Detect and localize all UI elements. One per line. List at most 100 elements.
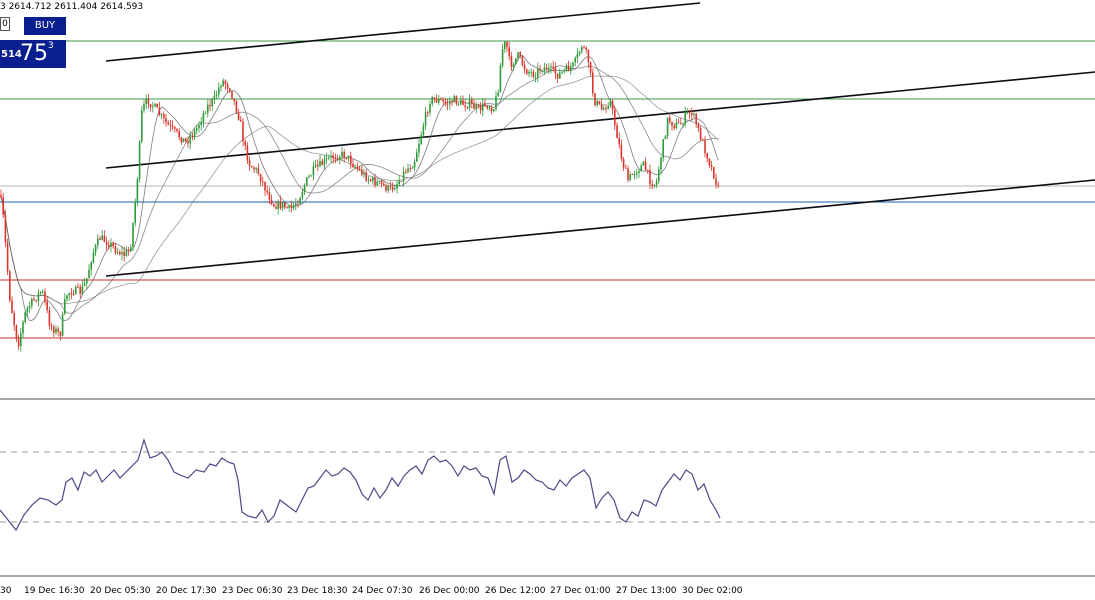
channel-middle-line <box>105 71 1095 169</box>
buy-price-pipette: 3 <box>48 41 54 51</box>
candle-body <box>72 293 75 295</box>
candle-body <box>108 244 110 247</box>
candle-body <box>710 165 713 167</box>
candle-body <box>361 169 363 175</box>
candle-body <box>600 104 603 110</box>
candle-body <box>105 241 108 245</box>
candle-body <box>644 161 647 170</box>
candle-body <box>713 166 715 179</box>
candle-body <box>609 100 612 107</box>
candle-body <box>675 122 678 129</box>
candle-body <box>262 181 264 183</box>
candle-body <box>677 122 680 124</box>
candle-body <box>389 185 392 187</box>
candle-body <box>358 168 361 170</box>
candle-body <box>174 127 176 129</box>
candle-body <box>165 117 167 123</box>
candle-body <box>53 326 55 333</box>
candle-body <box>330 155 332 158</box>
candle-body <box>550 66 552 68</box>
candle-body <box>264 181 266 191</box>
candle-body <box>42 291 44 293</box>
candle-body <box>653 184 656 186</box>
symbol-menu-button[interactable]: 0 <box>0 17 10 31</box>
x-tick-label: 23 Dec 18:30 <box>287 586 348 596</box>
candle-body <box>242 121 244 142</box>
candle-body <box>303 185 306 193</box>
candle-body <box>75 286 77 295</box>
candle-body <box>471 99 473 104</box>
candle-body <box>567 65 570 72</box>
candle-body <box>649 170 651 185</box>
candle-body <box>405 171 407 173</box>
candle-body <box>94 244 97 253</box>
candle-body <box>543 67 546 71</box>
candle-body <box>479 105 482 111</box>
candle-body <box>651 184 653 186</box>
candle-body <box>611 100 614 110</box>
candle-body <box>466 106 469 109</box>
candle-body <box>702 139 704 141</box>
candle-body <box>163 114 165 118</box>
candle-body <box>99 238 101 240</box>
candle-body <box>255 168 257 170</box>
candle-body <box>231 91 233 99</box>
candle-body <box>629 174 631 181</box>
candle-body <box>435 99 438 103</box>
candle-body <box>669 117 671 122</box>
price-chart[interactable] <box>0 0 1095 600</box>
candle-body <box>418 143 420 153</box>
candle-body <box>149 104 152 108</box>
candle-body <box>213 95 216 100</box>
candle-body <box>453 96 455 103</box>
candle-body <box>48 310 51 326</box>
candle-body <box>429 103 431 113</box>
candle-body <box>376 181 378 186</box>
candle-body <box>620 144 623 160</box>
x-tick-label: 23 Dec 06:30 <box>222 586 283 596</box>
candle-body <box>499 65 502 93</box>
candle-body <box>204 113 207 115</box>
candle-body <box>44 291 46 302</box>
candle-body <box>193 130 196 138</box>
candle-body <box>28 306 31 308</box>
candle-body <box>530 71 532 73</box>
candle-body <box>218 87 220 95</box>
candle-body <box>136 179 139 202</box>
candle-body <box>462 100 464 106</box>
candle-body <box>64 299 66 314</box>
candle-body <box>92 252 95 263</box>
panel-separator-bottom[interactable] <box>0 575 1095 577</box>
candle-body <box>596 100 598 106</box>
candle-body <box>662 139 664 158</box>
candle-body <box>246 145 249 161</box>
candle-body <box>688 112 691 114</box>
candle-body <box>350 155 352 164</box>
candle-body <box>398 180 400 185</box>
candle-body <box>20 333 22 347</box>
candle-body <box>658 169 660 182</box>
candle-body <box>81 285 84 294</box>
candle-body <box>378 180 381 182</box>
candle-body <box>50 325 53 327</box>
candle-body <box>523 65 526 70</box>
candle-body <box>449 101 451 105</box>
candle-body <box>455 96 458 105</box>
candle-body <box>13 313 15 326</box>
candle-body <box>299 197 301 205</box>
x-tick-label: 27 Dec 13:00 <box>616 586 677 596</box>
buy-button[interactable]: BUY <box>24 17 66 35</box>
candle-body <box>517 52 519 59</box>
candle-body <box>367 179 370 181</box>
buy-price-box[interactable]: 514 75 3 <box>0 40 66 68</box>
candle-body <box>666 117 669 137</box>
candle-body <box>145 99 147 105</box>
candle-body <box>420 134 422 144</box>
candle-body <box>156 103 158 108</box>
candle-body <box>248 160 251 167</box>
candle-body <box>220 85 222 88</box>
candle-body <box>125 250 128 257</box>
candle-body <box>268 192 271 200</box>
candle-body <box>636 172 638 175</box>
panel-separator[interactable] <box>0 398 1095 400</box>
